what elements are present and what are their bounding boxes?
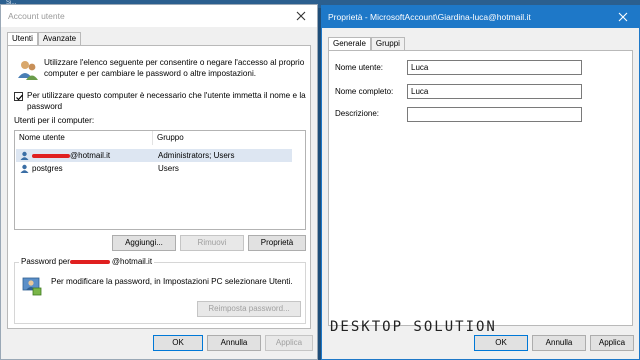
users-list-label: Utenti per il computer: <box>14 116 95 125</box>
row-group: Administrators; Users <box>158 151 235 160</box>
require-login-checkbox[interactable] <box>14 92 23 101</box>
properties-button[interactable]: Proprietà <box>248 235 306 251</box>
password-group: Password per @hotmail.it Per modificare l… <box>14 257 306 324</box>
user-accounts-dialog: Account utente Utenti Avanzate Utilizzar… <box>0 4 318 360</box>
description-field[interactable] <box>407 107 582 122</box>
watermark-text: DESKTOP SOLUTION <box>330 319 497 335</box>
user-icon <box>20 151 29 160</box>
fullname-field[interactable]: Luca <box>407 84 582 99</box>
apply-button[interactable]: Applica <box>590 335 634 351</box>
table-row[interactable]: @hotmail.it Administrators; Users <box>16 149 292 162</box>
close-icon <box>618 12 628 22</box>
user-properties-dialog: Proprietà - MicrosoftAccount\Giardina-lu… <box>321 5 640 360</box>
user-icon <box>20 164 29 173</box>
reset-password-button[interactable]: Reimposta password... <box>197 301 301 317</box>
checkmark-icon <box>16 94 23 101</box>
tab-groups[interactable]: Gruppi <box>370 37 405 50</box>
tab-advanced[interactable]: Avanzate <box>37 32 82 45</box>
password-group-prefix: Password per <box>21 257 70 266</box>
title-bar[interactable]: Proprietà - MicrosoftAccount\Giardina-lu… <box>322 6 639 28</box>
cancel-button[interactable]: Annulla <box>207 335 261 351</box>
row-username: @hotmail.it <box>70 151 111 160</box>
dialog-title: Proprietà - MicrosoftAccount\Giardina-lu… <box>328 12 531 22</box>
close-button[interactable] <box>609 8 637 26</box>
redaction-mark <box>69 260 110 264</box>
apply-button[interactable]: Applica <box>265 335 313 351</box>
require-login-label: Per utilizzare questo computer è necessa… <box>27 91 306 111</box>
username-label: Nome utente: <box>335 63 384 72</box>
title-bar[interactable]: Account utente <box>1 5 317 27</box>
tab-strip: Utenti Avanzate <box>7 32 82 46</box>
tab-general[interactable]: Generale <box>328 37 371 51</box>
password-group-label: Password per @hotmail.it <box>19 257 155 267</box>
close-icon <box>296 11 306 21</box>
redaction-mark <box>32 154 70 158</box>
password-group-suffix: @hotmail.it <box>111 257 153 266</box>
general-tab-panel: Nome utente: Luca Nome completo: Luca De… <box>328 50 633 326</box>
fullname-label: Nome completo: <box>335 87 394 96</box>
ok-button[interactable]: OK <box>153 335 203 351</box>
table-row[interactable]: postgres Users <box>16 162 292 175</box>
description-label: Descrizione: <box>335 109 380 118</box>
close-button[interactable] <box>287 7 315 25</box>
users-icon <box>18 61 38 80</box>
intro-text: Utilizzare l'elenco seguente per consent… <box>44 58 305 78</box>
column-header-name[interactable]: Nome utente <box>15 131 153 145</box>
row-username: postgres <box>32 164 63 173</box>
add-user-button[interactable]: Aggiungi... <box>112 235 176 251</box>
cancel-button[interactable]: Annulla <box>532 335 586 351</box>
column-header-group[interactable]: Gruppo <box>153 131 305 145</box>
row-group: Users <box>158 164 179 173</box>
tab-strip: Generale Gruppi <box>328 37 405 51</box>
tab-users[interactable]: Utenti <box>7 32 38 46</box>
users-tab-panel: Utilizzare l'elenco seguente per consent… <box>7 45 311 329</box>
password-help-text: Per modificare la password, in Impostazi… <box>51 277 293 286</box>
username-field[interactable]: Luca <box>407 60 582 75</box>
users-list[interactable]: Nome utente Gruppo @hotmail.it Administr… <box>14 130 306 230</box>
user-password-icon <box>22 277 42 296</box>
ok-button[interactable]: OK <box>474 335 528 351</box>
remove-user-button[interactable]: Rimuovi <box>180 235 244 251</box>
dialog-title: Account utente <box>8 11 65 21</box>
